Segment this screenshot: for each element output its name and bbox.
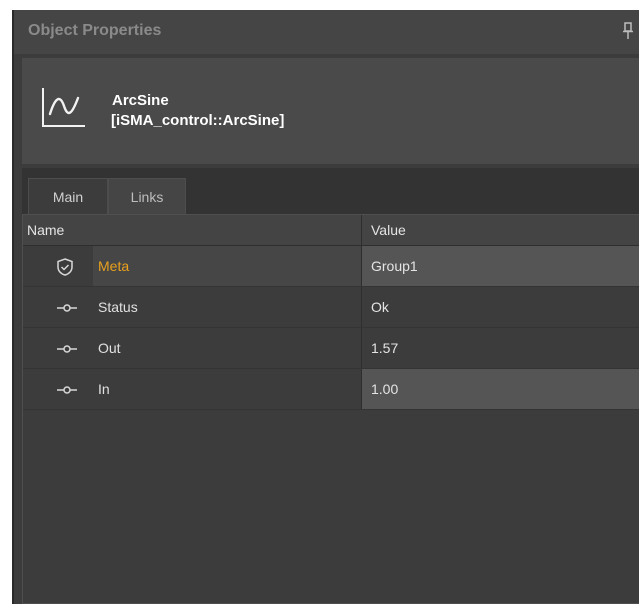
property-row-status[interactable]: Status Ok: [23, 287, 639, 327]
property-row-meta[interactable]: Meta Group1: [23, 246, 639, 286]
object-type: [iSMA_control::ArcSine]: [111, 112, 285, 129]
property-name: Out: [98, 340, 121, 356]
object-properties-panel: Object Properties ArcSine [iSMA_control:…: [12, 10, 639, 604]
row-divider: [23, 409, 639, 410]
grid-header: Name Value: [23, 215, 639, 246]
property-row-in[interactable]: In 1.00: [23, 369, 639, 409]
property-value[interactable]: Group1: [361, 246, 639, 286]
tab-main[interactable]: Main: [28, 178, 108, 214]
property-name: Status: [98, 299, 138, 315]
panel-header: Object Properties: [14, 10, 639, 54]
object-name: ArcSine: [112, 92, 169, 109]
properties-grid: Name Value Meta Group1 Status Ok Out 1.5…: [22, 214, 639, 604]
column-header-name[interactable]: Name: [27, 215, 64, 245]
arcsine-wave-icon: [42, 88, 85, 127]
shield-check-icon: [57, 258, 73, 276]
property-value[interactable]: 1.57: [361, 328, 639, 368]
object-info: ArcSine [iSMA_control::ArcSine]: [22, 58, 639, 164]
pin-icon[interactable]: [623, 22, 633, 40]
property-name: In: [98, 381, 110, 397]
tab-bar: Main Links: [22, 168, 639, 214]
panel-title: Object Properties: [28, 22, 162, 39]
property-name: Meta: [93, 246, 361, 286]
column-header-value[interactable]: Value: [361, 215, 639, 245]
slot-link-icon: [57, 304, 77, 312]
slot-link-icon: [57, 345, 77, 353]
slot-link-icon: [57, 386, 77, 394]
property-row-out[interactable]: Out 1.57: [23, 328, 639, 368]
property-value[interactable]: 1.00: [361, 369, 639, 409]
property-value[interactable]: Ok: [361, 287, 639, 327]
tab-links[interactable]: Links: [108, 178, 186, 214]
